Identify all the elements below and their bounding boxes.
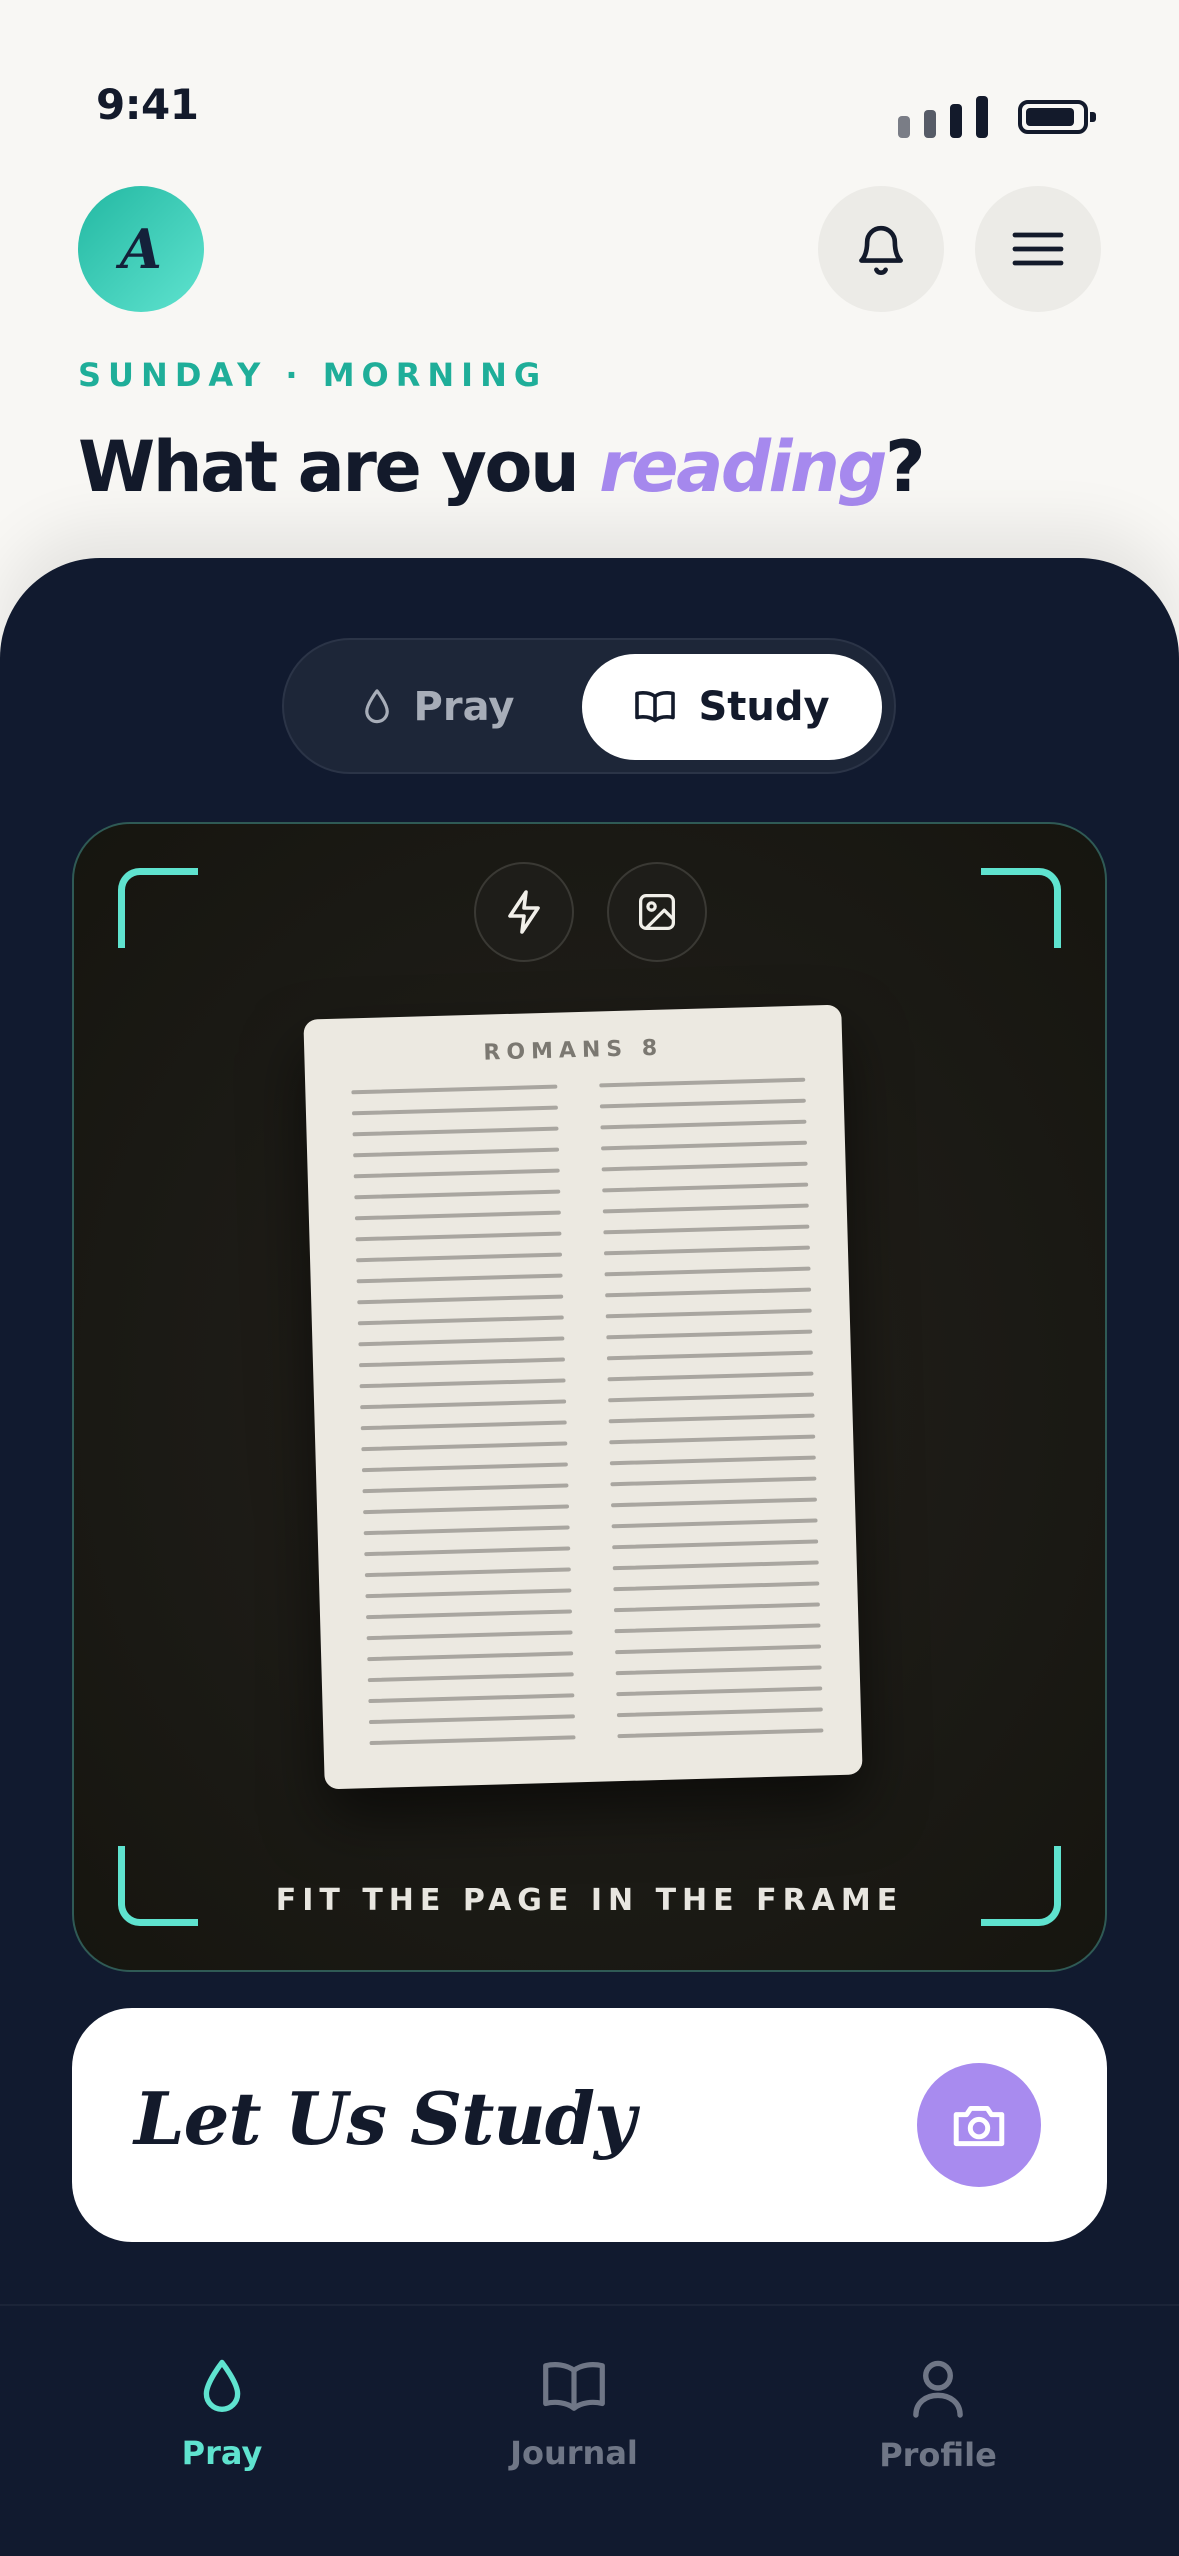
page-chapter-title: ROMANS 8 — [483, 1035, 664, 1066]
status-time: 9:41 — [96, 80, 199, 129]
menu-button[interactable] — [975, 186, 1101, 312]
day-period-label: SUNDAY · MORNING — [78, 356, 548, 394]
bell-icon — [859, 225, 903, 275]
tab-pray-label: Pray — [181, 2434, 263, 2472]
headline-accent: reading — [599, 426, 887, 508]
headline-suffix: ? — [884, 426, 926, 508]
mode-pray-button[interactable]: Pray — [298, 654, 578, 760]
page-title: What are you reading? — [78, 426, 926, 508]
status-bar: 9:41 — [0, 0, 1179, 170]
camera-viewfinder[interactable]: ROMANS 8 FIT THE PAGE IN THE FRAME — [72, 822, 1107, 1972]
frame-corner — [981, 868, 1061, 948]
camera-icon — [953, 2105, 1005, 2147]
mode-pray-label: Pray — [413, 684, 515, 730]
battery-icon — [1018, 100, 1096, 134]
study-action-label: Let Us Study — [134, 2076, 636, 2161]
mode-toggle: Pray Study — [282, 638, 896, 774]
avatar[interactable]: A — [78, 186, 204, 312]
text-column-left — [351, 1084, 576, 1762]
signal-icon — [898, 96, 994, 138]
scanned-page-preview: ROMANS 8 — [303, 1004, 863, 1790]
text-column-right — [599, 1077, 824, 1755]
mode-study-label: Study — [698, 684, 830, 730]
notifications-button[interactable] — [818, 186, 944, 312]
bottom-tab-bar: Pray Journal Profile — [0, 2304, 1179, 2556]
tab-profile-label: Profile — [879, 2436, 997, 2474]
flash-button[interactable] — [474, 862, 574, 962]
open-book-icon — [543, 2362, 605, 2411]
open-book-icon — [635, 691, 676, 723]
flash-icon — [508, 890, 540, 934]
framing-hint: FIT THE PAGE IN THE FRAME — [275, 1883, 904, 1918]
mode-study-button[interactable]: Study — [582, 654, 882, 760]
gallery-button[interactable] — [607, 862, 707, 962]
hamburger-menu-icon — [1012, 232, 1064, 266]
frame-corner — [118, 868, 198, 948]
study-action-card[interactable]: Let Us Study — [72, 2008, 1107, 2242]
person-icon — [913, 2360, 963, 2418]
drop-icon — [364, 689, 389, 724]
gallery-image-icon — [639, 894, 675, 930]
tab-pray[interactable]: Pray — [112, 2358, 332, 2472]
tab-journal[interactable]: Journal — [464, 2358, 684, 2472]
tab-profile[interactable]: Profile — [828, 2358, 1048, 2474]
headline-prefix: What are you — [78, 426, 600, 508]
drop-icon — [203, 2359, 241, 2412]
capture-button[interactable] — [917, 2063, 1041, 2187]
tab-journal-label: Journal — [510, 2434, 638, 2472]
